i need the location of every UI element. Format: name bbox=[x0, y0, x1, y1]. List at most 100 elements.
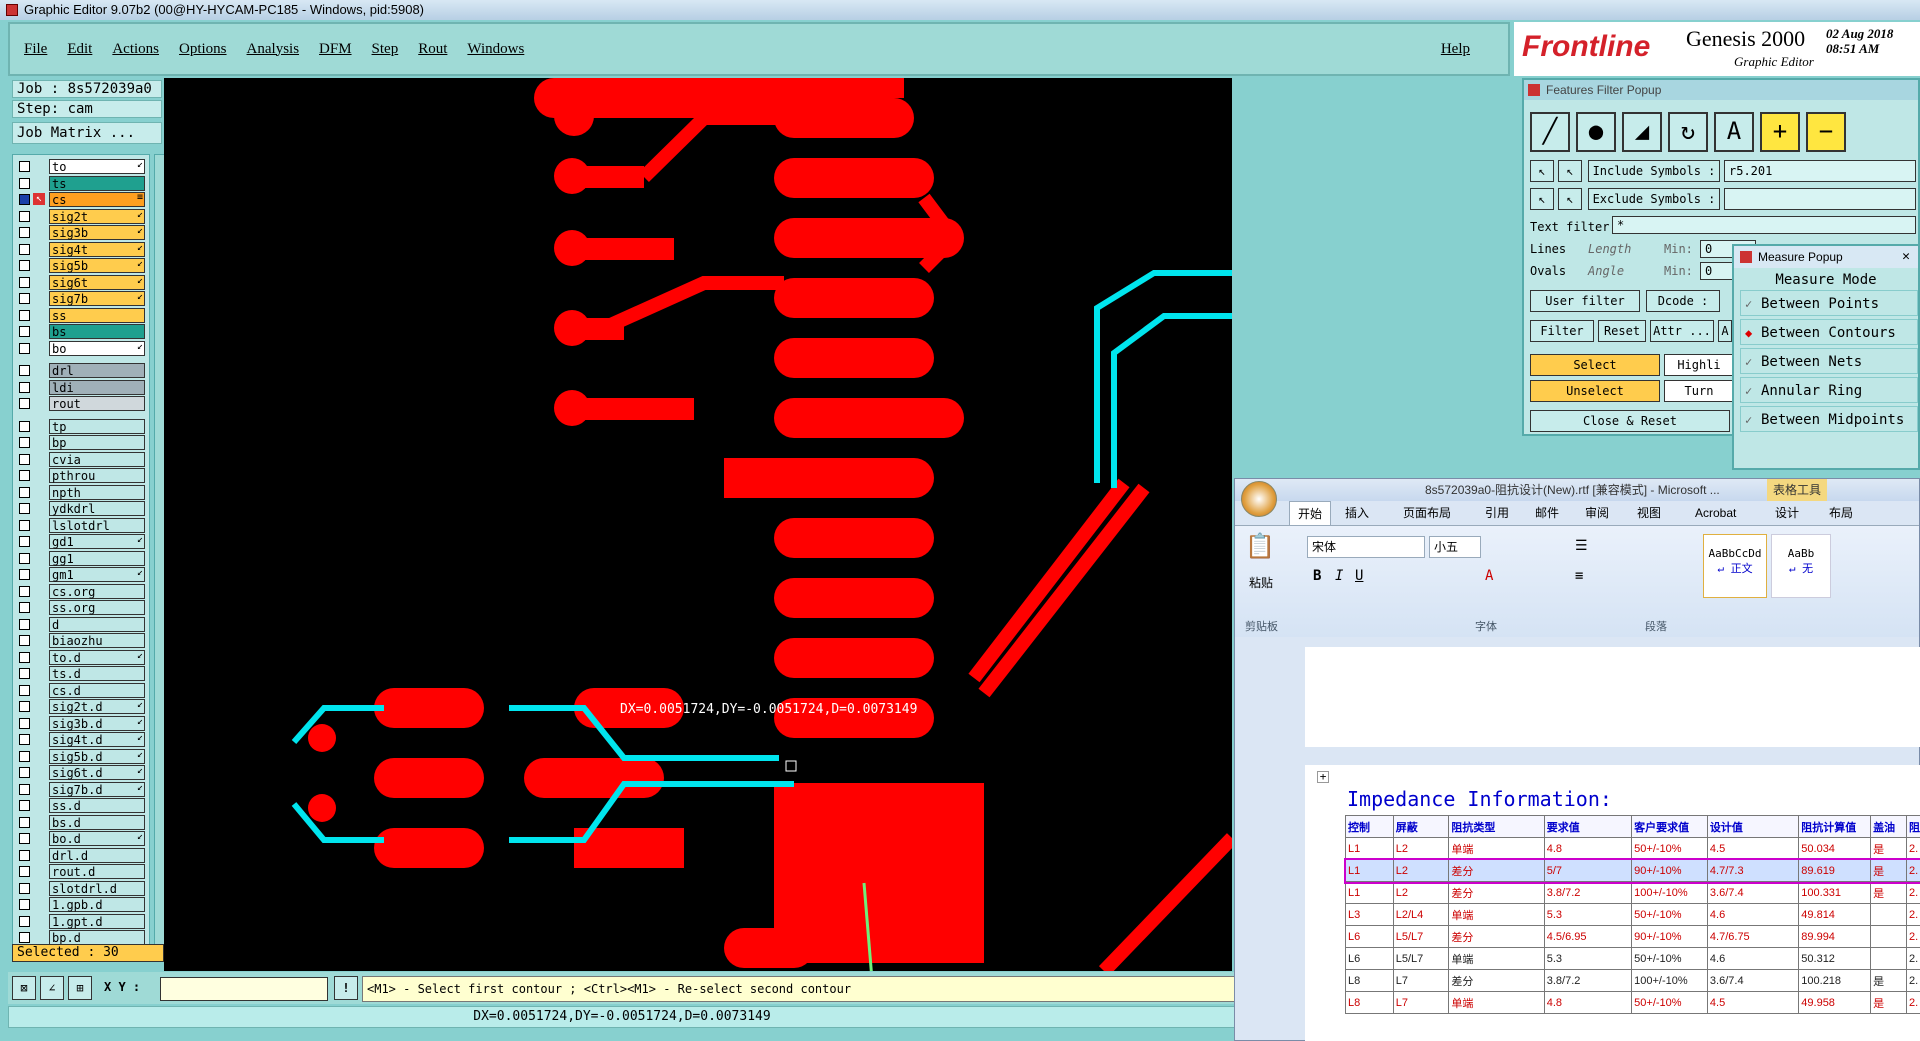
tab-review[interactable]: 审阅 bbox=[1585, 501, 1609, 525]
close-reset-button[interactable]: Close & Reset bbox=[1530, 410, 1730, 432]
menu-dfm[interactable]: DFM bbox=[319, 41, 352, 58]
table-row[interactable]: L1 L2 差分 3.8/7.2 100+/-10% 3.6/7.4 100.331 是 2. bbox=[1345, 881, 1920, 904]
table-row[interactable]: L6 L5/L7 差分 4.5/6.95 90+/-10% 4.7/6.75 89.994 2… bbox=[1345, 925, 1920, 948]
layer-checkbox[interactable] bbox=[19, 767, 30, 778]
tab-view[interactable]: 视图 bbox=[1637, 501, 1661, 525]
lines-checkbox[interactable]: Lines bbox=[1530, 242, 1566, 256]
layer-row[interactable]: drl bbox=[15, 363, 147, 378]
menu-options[interactable]: Options bbox=[179, 41, 227, 58]
layer-checkbox[interactable] bbox=[19, 602, 30, 613]
layer-checkbox[interactable] bbox=[19, 276, 30, 288]
menu-file[interactable]: File bbox=[24, 41, 47, 58]
layer-checkbox[interactable] bbox=[19, 635, 30, 646]
turn-button[interactable]: Turn bbox=[1664, 380, 1734, 402]
layer-row[interactable]: tp bbox=[15, 418, 147, 434]
layer-checkbox[interactable] bbox=[19, 398, 30, 409]
layer-checkbox[interactable] bbox=[19, 486, 30, 498]
style-normal[interactable]: AaBbCcDd ↵ 正文 bbox=[1703, 534, 1767, 598]
font-color-icon[interactable]: A bbox=[1485, 568, 1493, 584]
exclude-symbols-input[interactable] bbox=[1724, 188, 1916, 210]
layer-row[interactable]: ts bbox=[15, 175, 147, 191]
tab-references[interactable]: 引用 bbox=[1485, 501, 1509, 525]
menu-edit[interactable]: Edit bbox=[67, 41, 92, 58]
between-nets-option[interactable]: ✓ Between Nets bbox=[1740, 348, 1918, 374]
layer-checkbox[interactable] bbox=[19, 326, 30, 337]
layer-row[interactable]: sig5b ↙ bbox=[15, 258, 147, 273]
layer-row[interactable]: sig7b ↙ bbox=[15, 291, 147, 306]
layer-row[interactable]: bp bbox=[15, 435, 147, 450]
layer-checkbox[interactable] bbox=[19, 668, 30, 679]
graphics-canvas[interactable]: DX=0.0051724,DY=-0.0051724,D=0.0073149 bbox=[164, 78, 1394, 1040]
layer-row[interactable]: sig6t.d ↙ bbox=[15, 765, 147, 780]
layer-row[interactable]: lslotdrl bbox=[15, 517, 147, 533]
include-pick-icon[interactable]: ↖ bbox=[1530, 160, 1554, 182]
layer-checkbox[interactable] bbox=[19, 701, 30, 712]
tab-layout[interactable]: 页面布局 bbox=[1403, 501, 1451, 525]
layer-row[interactable]: npth bbox=[15, 484, 147, 500]
layer-checkbox[interactable] bbox=[19, 519, 30, 531]
table-move-handle[interactable]: + bbox=[1317, 771, 1329, 783]
layer-row[interactable]: rout bbox=[15, 396, 147, 411]
layer-checkbox[interactable] bbox=[19, 260, 30, 271]
layer-row[interactable]: ↖ cs ≡ bbox=[15, 192, 147, 207]
select-button[interactable]: Select bbox=[1530, 354, 1660, 376]
layer-row[interactable]: ldi bbox=[15, 379, 147, 395]
layer-checkbox[interactable] bbox=[19, 227, 30, 238]
layer-row[interactable]: gd1 ↙ bbox=[15, 534, 147, 549]
include-pick2-icon[interactable]: ↖ bbox=[1558, 160, 1582, 182]
snap-icon[interactable]: ⊠ bbox=[12, 976, 36, 1000]
grid-icon[interactable]: ⊞ bbox=[68, 976, 92, 1000]
layer-checkbox[interactable] bbox=[19, 194, 30, 205]
font-name-select[interactable]: 宋体 bbox=[1307, 536, 1425, 558]
layer-checkbox[interactable] bbox=[19, 932, 30, 943]
bold-icon[interactable]: B bbox=[1313, 568, 1321, 584]
layer-checkbox[interactable] bbox=[19, 552, 30, 564]
positive-polarity-icon[interactable]: + bbox=[1760, 112, 1800, 152]
paste-icon[interactable]: 📋 bbox=[1245, 532, 1275, 560]
layer-checkbox[interactable] bbox=[19, 816, 30, 828]
layer-checkbox[interactable] bbox=[19, 569, 30, 580]
layer-row[interactable]: ss.d bbox=[15, 798, 147, 813]
style-no-spacing[interactable]: AaBb ↵ 无 bbox=[1771, 534, 1831, 598]
layer-checkbox[interactable] bbox=[19, 309, 30, 321]
layer-row[interactable]: ydkdrl bbox=[15, 501, 147, 516]
between-points-option[interactable]: ✓ Between Points bbox=[1740, 290, 1918, 316]
layer-row[interactable]: sig6t ↙ bbox=[15, 274, 147, 290]
tab-insert[interactable]: 插入 bbox=[1345, 501, 1369, 525]
negative-polarity-icon[interactable]: − bbox=[1806, 112, 1846, 152]
layer-checkbox[interactable] bbox=[19, 882, 30, 894]
layer-row[interactable]: sig2t ↙ bbox=[15, 208, 147, 224]
unselect-button[interactable]: Unselect bbox=[1530, 380, 1660, 402]
between-midpoints-option[interactable]: ✓ Between Midpoints bbox=[1740, 406, 1918, 432]
layer-row[interactable]: ts.d bbox=[15, 666, 147, 681]
layer-checkbox[interactable] bbox=[19, 585, 30, 597]
layer-row[interactable]: d bbox=[15, 616, 147, 632]
table-row[interactable]: L6 L5/L7 单端 5.3 50+/-10% 4.6 50.312 2. bbox=[1345, 947, 1920, 970]
menu-windows[interactable]: Windows bbox=[467, 41, 524, 58]
layer-row[interactable]: gm1 ↙ bbox=[15, 567, 147, 582]
annular-ring-option[interactable]: ✓ Annular Ring bbox=[1740, 377, 1918, 403]
layer-checkbox[interactable] bbox=[19, 503, 30, 514]
ovals-checkbox[interactable]: Ovals bbox=[1530, 264, 1566, 278]
layer-row[interactable]: bo.d ↙ bbox=[15, 831, 147, 846]
table-row[interactable]: L1 L2 单端 4.8 50+/-10% 4.5 50.034 是 2. bbox=[1345, 837, 1920, 860]
layer-row[interactable]: rout.d bbox=[15, 864, 147, 879]
tab-home[interactable]: 开始 bbox=[1289, 501, 1332, 527]
layer-checkbox[interactable] bbox=[19, 453, 30, 465]
tab-table-layout[interactable]: 布局 bbox=[1829, 501, 1853, 525]
layer-checkbox[interactable] bbox=[19, 420, 30, 432]
layer-row[interactable]: sig3b ↙ bbox=[15, 225, 147, 240]
layer-checkbox[interactable] bbox=[19, 750, 30, 762]
layer-row[interactable]: to ↙ bbox=[15, 159, 147, 174]
menu-rout[interactable]: Rout bbox=[418, 41, 447, 58]
layer-row[interactable]: bp.d bbox=[15, 930, 147, 945]
layer-checkbox[interactable] bbox=[19, 381, 30, 393]
between-contours-option[interactable]: ◆ Between Contours bbox=[1740, 319, 1918, 345]
layer-row[interactable]: to.d ↙ bbox=[15, 649, 147, 665]
layer-checkbox[interactable] bbox=[19, 800, 30, 811]
layer-row[interactable]: sig4t ↙ bbox=[15, 241, 147, 257]
layer-checkbox[interactable] bbox=[19, 866, 30, 877]
layer-row[interactable]: pthrou bbox=[15, 468, 147, 483]
dcode-button[interactable]: Dcode : bbox=[1646, 290, 1720, 312]
layer-row[interactable]: sig3b.d ↙ bbox=[15, 715, 147, 731]
